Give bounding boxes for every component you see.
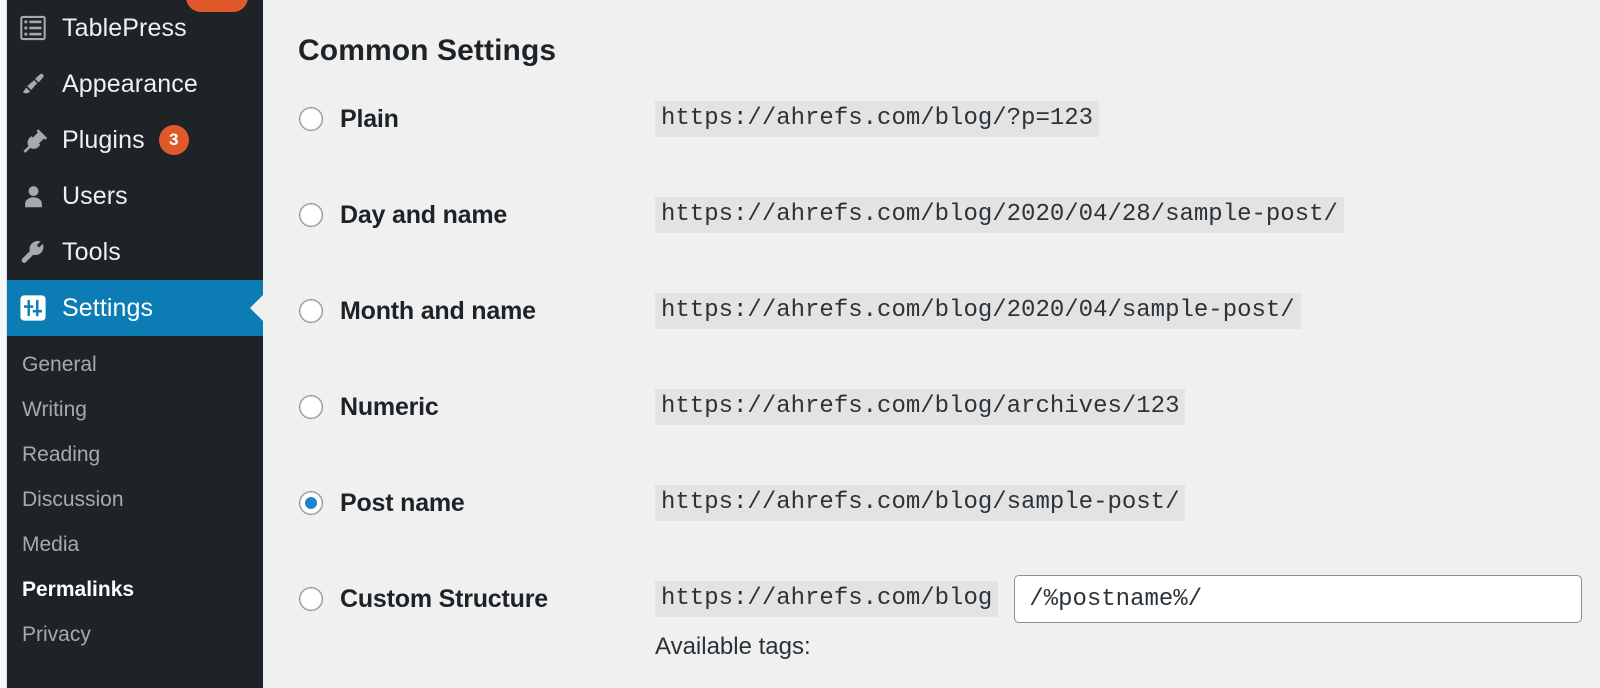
permalink-url-prefix: https://ahrefs.com/blog bbox=[655, 581, 999, 617]
sidebar-item-label: Appearance bbox=[62, 69, 198, 98]
settings-submenu: General Writing Reading Discussion Media… bbox=[0, 336, 263, 657]
paintbrush-icon bbox=[16, 70, 50, 98]
sidebar-item-users[interactable]: Users bbox=[0, 168, 263, 224]
browser-left-edge bbox=[0, 0, 7, 688]
permalink-option-row: Numeric https://ahrefs.com/blog/archives… bbox=[263, 359, 1600, 455]
sidebar-item-tools[interactable]: Tools bbox=[0, 224, 263, 280]
custom-structure-input[interactable] bbox=[1014, 575, 1583, 623]
radio-option-numeric[interactable]: Numeric bbox=[263, 393, 655, 422]
page-title: Common Settings bbox=[298, 33, 557, 67]
radio-option-plain[interactable]: Plain bbox=[263, 105, 655, 134]
sidebar-item-label: Plugins bbox=[62, 125, 145, 154]
radio-button[interactable] bbox=[299, 587, 323, 611]
sidebar-item-label: Tools bbox=[62, 237, 121, 266]
submenu-item-writing[interactable]: Writing bbox=[0, 387, 263, 432]
permalink-option-row: Day and name https://ahrefs.com/blog/202… bbox=[263, 167, 1600, 263]
permalink-options-list: Plain https://ahrefs.com/blog/?p=123 Day… bbox=[263, 71, 1600, 647]
wordpress-admin-screen: TablePress Appearance Plugins 3 Users To… bbox=[0, 0, 1600, 688]
permalink-settings-panel: Common Settings Plain https://ahrefs.com… bbox=[263, 0, 1600, 688]
permalink-preview: https://ahrefs.com/blog/2020/04/28/sampl… bbox=[655, 197, 1344, 233]
permalink-option-row: Plain https://ahrefs.com/blog/?p=123 bbox=[263, 71, 1600, 167]
available-tags-label: Available tags: bbox=[655, 633, 811, 660]
radio-label: Custom Structure bbox=[340, 584, 548, 613]
radio-option-post-name[interactable]: Post name bbox=[263, 489, 655, 518]
radio-button[interactable] bbox=[299, 299, 323, 323]
submenu-item-label: Discussion bbox=[22, 487, 124, 511]
permalink-option-row: Post name https://ahrefs.com/blog/sample… bbox=[263, 455, 1600, 551]
submenu-item-label: Permalinks bbox=[22, 577, 135, 601]
submenu-item-discussion[interactable]: Discussion bbox=[0, 477, 263, 522]
sidebar-item-plugins[interactable]: Plugins 3 bbox=[0, 112, 263, 168]
sidebar-item-label: Settings bbox=[62, 293, 154, 322]
permalink-preview: https://ahrefs.com/blog/?p=123 bbox=[655, 101, 1100, 137]
submenu-item-general[interactable]: General bbox=[0, 342, 263, 387]
sidebar-item-settings[interactable]: Settings bbox=[0, 280, 263, 336]
permalink-url: https://ahrefs.com/blog/sample-post/ bbox=[655, 485, 1186, 521]
radio-label: Day and name bbox=[340, 200, 508, 229]
radio-label: Post name bbox=[340, 488, 465, 517]
permalink-preview: https://ahrefs.com/blog/2020/04/sample-p… bbox=[655, 293, 1301, 329]
submenu-item-reading[interactable]: Reading bbox=[0, 432, 263, 477]
table-list-icon bbox=[16, 15, 50, 41]
radio-label: Month and name bbox=[340, 296, 536, 325]
sidebar-item-label: Users bbox=[62, 181, 128, 210]
radio-button[interactable] bbox=[299, 491, 323, 515]
permalink-preview: https://ahrefs.com/blog bbox=[655, 575, 1583, 623]
sliders-icon bbox=[16, 294, 50, 322]
submenu-item-media[interactable]: Media bbox=[0, 522, 263, 567]
radio-button[interactable] bbox=[299, 203, 323, 227]
permalink-url: https://ahrefs.com/blog/2020/04/sample-p… bbox=[655, 293, 1301, 329]
permalink-preview: https://ahrefs.com/blog/archives/123 bbox=[655, 389, 1186, 425]
radio-option-custom-structure[interactable]: Custom Structure bbox=[263, 585, 655, 614]
submenu-item-permalinks[interactable]: Permalinks bbox=[0, 567, 263, 612]
admin-sidebar: TablePress Appearance Plugins 3 Users To… bbox=[0, 0, 263, 688]
radio-option-day-and-name[interactable]: Day and name bbox=[263, 201, 655, 230]
submenu-item-label: Writing bbox=[22, 397, 87, 421]
sidebar-item-label: TablePress bbox=[62, 13, 187, 42]
radio-option-month-and-name[interactable]: Month and name bbox=[263, 297, 655, 326]
user-icon bbox=[16, 183, 50, 210]
submenu-item-label: Privacy bbox=[22, 622, 91, 646]
permalink-preview: https://ahrefs.com/blog/sample-post/ bbox=[655, 485, 1186, 521]
permalink-option-row: Custom Structure https://ahrefs.com/blog bbox=[263, 551, 1600, 647]
radio-label: Numeric bbox=[340, 392, 439, 421]
sidebar-item-appearance[interactable]: Appearance bbox=[0, 56, 263, 112]
notification-pill-partial bbox=[186, 0, 248, 12]
radio-button[interactable] bbox=[299, 107, 323, 131]
radio-label: Plain bbox=[340, 104, 399, 133]
submenu-item-label: General bbox=[22, 352, 97, 376]
permalink-url: https://ahrefs.com/blog/2020/04/28/sampl… bbox=[655, 197, 1344, 233]
plugins-update-badge: 3 bbox=[158, 125, 189, 155]
radio-button[interactable] bbox=[299, 395, 323, 419]
submenu-item-label: Media bbox=[22, 532, 80, 556]
wrench-icon bbox=[16, 238, 50, 266]
submenu-item-label: Reading bbox=[22, 442, 101, 466]
permalink-option-row: Month and name https://ahrefs.com/blog/2… bbox=[263, 263, 1600, 359]
submenu-item-privacy[interactable]: Privacy bbox=[0, 612, 263, 657]
permalink-url: https://ahrefs.com/blog/archives/123 bbox=[655, 389, 1186, 425]
permalink-url: https://ahrefs.com/blog/?p=123 bbox=[655, 101, 1100, 137]
plug-icon bbox=[16, 126, 50, 154]
